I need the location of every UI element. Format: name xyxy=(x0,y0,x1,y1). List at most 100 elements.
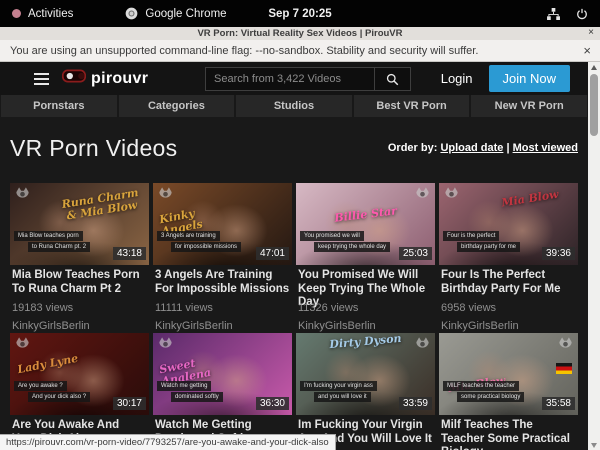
thumbnail-caption: 3 Angels are trainingfor impossible miss… xyxy=(157,230,241,252)
studio-cat-logo-icon xyxy=(414,186,431,206)
status-bar-url: https://pirouvr.com/vr-porn-video/779325… xyxy=(0,434,336,450)
studio-link[interactable]: KinkyGirlsBerlin xyxy=(441,320,576,333)
thumbnail-overlay-title: Mia Blow xyxy=(448,371,532,395)
studio-cat-logo-icon xyxy=(557,336,574,356)
chrome-icon xyxy=(125,7,138,20)
video-thumbnail[interactable]: Kinky Angels3 Angels are trainingfor imp… xyxy=(153,183,292,265)
clock[interactable]: Sep 7 20:25 xyxy=(0,8,600,20)
browser-viewport: pirouvr Login Join Now PornstarsCategori… xyxy=(0,62,600,450)
browser-tab-strip: VR Porn: Virtual Reality Sex Videos | Pi… xyxy=(0,27,600,40)
duration-badge: 30:17 xyxy=(113,397,146,410)
logo-text: pirouvr xyxy=(91,70,148,88)
scrollbar-up-arrow-icon[interactable] xyxy=(588,62,600,72)
video-thumbnail[interactable]: Billie Star You promised we willkeep tryi… xyxy=(296,183,435,265)
search-input[interactable] xyxy=(205,67,375,91)
video-title-link[interactable]: Four Is The Perfect Birthday Party For M… xyxy=(441,269,576,296)
search-icon xyxy=(386,73,399,86)
thumbnail-caption: Watch me gettingdominated softly xyxy=(157,380,223,402)
video-views: 6958 views xyxy=(441,302,576,315)
thumbnail-caption: You promised we willkeep trying the whol… xyxy=(300,230,390,252)
tab-title: VR Porn: Virtual Reality Sex Videos | Pi… xyxy=(197,28,402,39)
menu-item-new-vr-porn[interactable]: New VR Porn xyxy=(471,95,587,117)
login-link[interactable]: Login xyxy=(441,71,473,86)
video-views: 19183 views xyxy=(12,302,147,315)
chrome-infobar: You are using an unsupported command-lin… xyxy=(0,40,600,62)
thumbnail-overlay-title: Runa Charm & Mia Blow xyxy=(56,186,145,223)
scrollbar-thumb[interactable] xyxy=(590,74,598,136)
video-card[interactable]: Kinky Angels3 Angels are trainingfor imp… xyxy=(153,183,292,333)
video-title-link[interactable]: Milf Teaches The Teacher Some Practical … xyxy=(441,419,576,446)
video-thumbnail[interactable]: Mia BlowFour is the perfectbirthday part… xyxy=(439,183,578,265)
site-logo[interactable]: pirouvr xyxy=(62,69,148,88)
video-card[interactable]: Lady LyneAre you awake ?And your dick al… xyxy=(10,333,149,450)
video-thumbnail[interactable]: Lady LyneAre you awake ?And your dick al… xyxy=(10,333,149,415)
activities-label: Activities xyxy=(28,8,73,20)
studio-cat-logo-icon xyxy=(414,336,431,356)
video-card[interactable]: Dirty Dyson I'm fucking your virgin assan… xyxy=(296,333,435,450)
infobar-close-icon[interactable]: × xyxy=(583,44,591,57)
studio-link[interactable]: KinkyGirlsBerlin xyxy=(298,320,433,333)
duration-badge: 33:59 xyxy=(399,397,432,410)
scrollbar-down-arrow-icon[interactable] xyxy=(588,440,600,450)
site-header: pirouvr Login Join Now xyxy=(0,62,588,95)
video-card[interactable]: Runa Charm & Mia Blow Mia Blow teaches po… xyxy=(10,183,149,333)
search-button[interactable] xyxy=(375,67,411,91)
vr-headset-logo-icon xyxy=(62,69,86,88)
video-card[interactable]: Mia BlowMILF teaches the teachersome pra… xyxy=(439,333,578,450)
thumbnail-caption: MILF teaches the teachersome practical b… xyxy=(443,380,524,402)
focused-app-menu[interactable]: Google Chrome xyxy=(125,7,226,20)
video-thumbnail[interactable]: Mia BlowMILF teaches the teachersome pra… xyxy=(439,333,578,415)
menu-item-categories[interactable]: Categories xyxy=(119,95,235,117)
hamburger-menu-icon[interactable] xyxy=(34,70,49,88)
recording-dot-icon xyxy=(12,9,21,18)
studio-cat-logo-icon xyxy=(443,186,460,206)
menu-item-studios[interactable]: Studios xyxy=(236,95,352,117)
thumbnail-caption: Are you awake ?And your dick also ? xyxy=(14,380,90,402)
studio-cat-logo-icon xyxy=(157,336,174,356)
page-title: VR Porn Videos xyxy=(10,135,177,162)
power-icon[interactable] xyxy=(576,8,588,20)
order-link-most-viewed[interactable]: Most viewed xyxy=(513,142,578,154)
thumbnail-caption: I'm fucking your virgin assand you will … xyxy=(300,380,377,402)
video-title-link[interactable]: 3 Angels Are Training For Impossible Mis… xyxy=(155,269,290,296)
video-title-link[interactable]: You Promised We Will Keep Trying The Who… xyxy=(298,269,433,296)
menu-item-pornstars[interactable]: Pornstars xyxy=(1,95,117,117)
thumbnail-caption: Mia Blow teaches pornto Runa Charm pt. 2 xyxy=(14,230,90,252)
studio-cat-logo-icon xyxy=(14,186,31,206)
video-card[interactable]: Billie Star You promised we willkeep tryi… xyxy=(296,183,435,333)
order-link-upload-date[interactable]: Upload date xyxy=(440,142,503,154)
video-title-link[interactable]: Mia Blow Teaches Porn To Runa Charm Pt 2 xyxy=(12,269,147,296)
menu-item-best-vr-porn[interactable]: Best VR Porn xyxy=(354,95,470,117)
order-by-controls: Order by: Upload date | Most viewed xyxy=(388,142,578,154)
page-scrollbar[interactable] xyxy=(588,62,600,450)
video-thumbnail[interactable]: Sweet AnalenaWatch me gettingdominated s… xyxy=(153,333,292,415)
tab-close-icon[interactable]: × xyxy=(588,27,594,38)
activities-button[interactable]: Activities xyxy=(12,8,73,20)
studio-cat-logo-icon xyxy=(14,336,31,356)
studio-link[interactable]: KinkyGirlsBerlin xyxy=(155,320,290,333)
video-thumbnail[interactable]: Dirty Dyson I'm fucking your virgin assan… xyxy=(296,333,435,415)
app-name-label: Google Chrome xyxy=(145,8,226,20)
infobar-message: You are using an unsupported command-lin… xyxy=(10,45,478,57)
duration-badge: 25:03 xyxy=(399,247,432,260)
studio-link[interactable]: KinkyGirlsBerlin xyxy=(12,320,147,333)
main-content: VR Porn Videos Order by: Upload date | M… xyxy=(0,133,588,450)
search-bar xyxy=(205,67,411,91)
join-now-button[interactable]: Join Now xyxy=(489,65,570,92)
video-card[interactable]: Sweet AnalenaWatch me gettingdominated s… xyxy=(153,333,292,450)
video-grid: Runa Charm & Mia Blow Mia Blow teaches po… xyxy=(10,183,578,450)
thumbnail-overlay-title: Billie Star xyxy=(323,204,407,226)
system-top-bar: Activities Google Chrome Sep 7 20:25 xyxy=(0,0,600,27)
video-card[interactable]: Mia BlowFour is the perfectbirthday part… xyxy=(439,183,578,333)
video-thumbnail[interactable]: Runa Charm & Mia Blow Mia Blow teaches po… xyxy=(10,183,149,265)
duration-badge: 35:58 xyxy=(542,397,575,410)
thumbnail-overlay-title: Dirty Dyson xyxy=(321,333,411,352)
duration-badge: 36:30 xyxy=(256,397,289,410)
main-nav-menu: PornstarsCategoriesStudiosBest VR PornNe… xyxy=(0,95,588,117)
video-views: 11326 views xyxy=(298,302,433,315)
thumbnail-overlay-title: Mia Blow xyxy=(486,186,573,211)
duration-badge: 43:18 xyxy=(113,247,146,260)
order-by-label: Order by: xyxy=(388,142,438,154)
network-tree-icon[interactable] xyxy=(547,8,560,20)
german-flag-icon xyxy=(556,363,572,374)
